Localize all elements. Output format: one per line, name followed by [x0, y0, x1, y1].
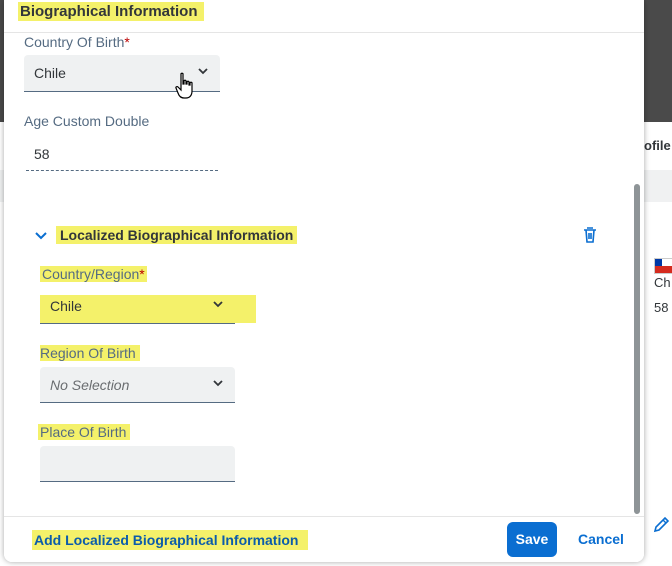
collapse-chevron-icon[interactable]	[34, 228, 48, 242]
dialog-scrollbar[interactable]	[634, 184, 640, 514]
save-button[interactable]: Save	[507, 522, 557, 557]
localized-section-title: Localized Biographical Information	[56, 226, 298, 244]
background-country-text: Ch	[654, 275, 671, 290]
age-custom-double-value: 58	[34, 146, 50, 162]
country-region-label: Country/Region*	[40, 266, 147, 282]
add-localized-info-label: Add Localized Biographical Information	[34, 532, 299, 548]
required-marker: *	[124, 34, 130, 50]
chevron-down-icon	[213, 378, 223, 388]
dialog-title: Biographical Information	[18, 2, 204, 21]
country-of-birth-label-text: Country Of Birth	[24, 34, 125, 50]
country-of-birth-label: Country Of Birth*	[24, 34, 130, 50]
add-localized-info-link[interactable]: Add Localized Biographical Information	[32, 530, 309, 550]
required-marker: *	[139, 266, 145, 282]
region-of-birth-label: Region Of Birth	[40, 345, 140, 361]
place-of-birth-label: Place Of Birth	[38, 424, 131, 440]
background-age-text: 58	[654, 300, 669, 315]
chile-flag-icon	[654, 258, 672, 274]
age-custom-double-label: Age Custom Double	[24, 113, 150, 129]
country-region-label-text: Country/Region	[42, 266, 140, 282]
pencil-icon[interactable]	[652, 514, 672, 534]
place-of-birth-input[interactable]	[40, 446, 235, 482]
country-of-birth-value: Chile	[34, 65, 66, 81]
dialog-footer: Add Localized Biographical Information S…	[4, 516, 644, 562]
dialog-header: Biographical Information	[4, 0, 644, 33]
cancel-button[interactable]: Cancel	[570, 522, 632, 557]
region-of-birth-value: No Selection	[50, 377, 130, 393]
age-field-underline	[26, 170, 218, 171]
trash-icon[interactable]	[582, 226, 598, 244]
hand-cursor-icon	[174, 72, 196, 100]
background-profile-label: ofile	[644, 138, 671, 153]
chevron-down-icon	[198, 66, 208, 76]
biographical-dialog: Biographical Information Country Of Birt…	[4, 0, 644, 562]
chevron-down-icon	[213, 299, 223, 309]
country-region-value: Chile	[50, 298, 82, 314]
region-of-birth-select[interactable]: No Selection	[40, 367, 235, 403]
country-region-select[interactable]: Chile	[40, 288, 235, 324]
